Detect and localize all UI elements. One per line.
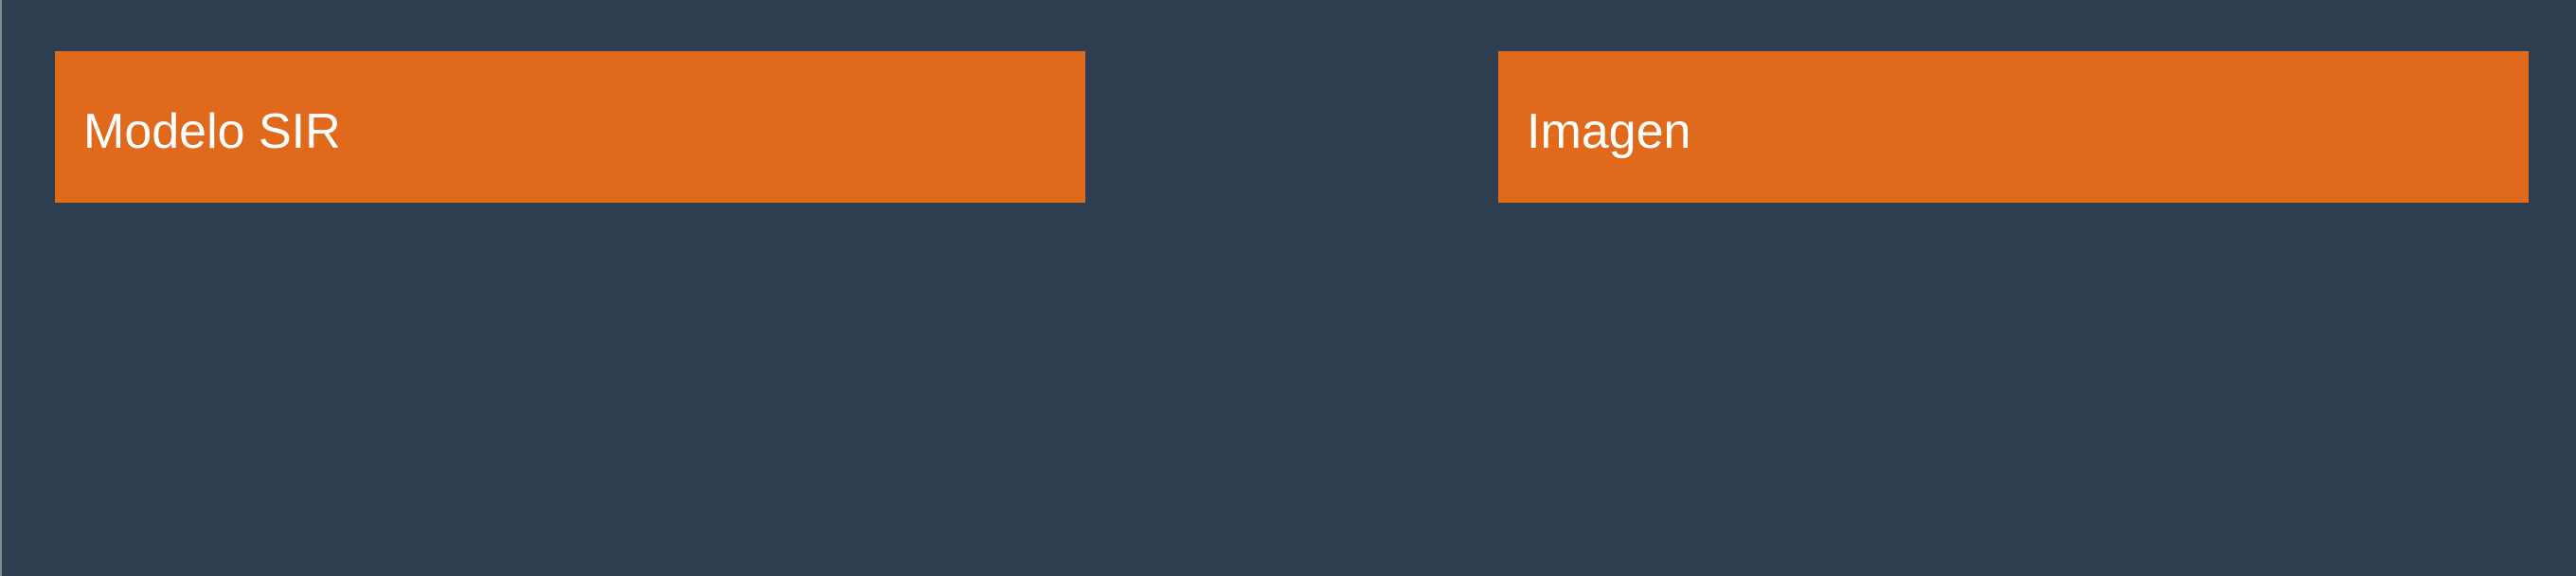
image-panel-title: Imagen [1527, 104, 1691, 159]
sir-model-panel-title: Modelo SIR [83, 104, 341, 159]
sir-model-panel-header: Modelo SIR [55, 51, 1085, 203]
image-panel-header: Imagen [1498, 51, 2529, 203]
dashboard-page: { "panels": [ { "title": "Modelo SIR" },… [0, 0, 2576, 576]
